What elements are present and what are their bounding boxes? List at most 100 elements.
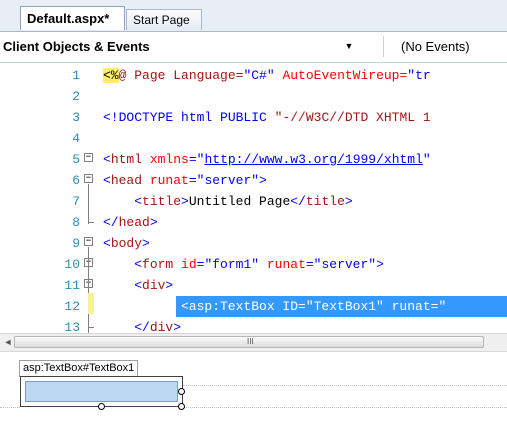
code-line[interactable]: 9 <body> − [0,233,507,254]
resize-handle-corner[interactable] [178,403,185,410]
tab-default-aspx[interactable]: Default.aspx* [20,6,125,30]
code-token: < [103,278,143,293]
line-number: 13 [64,320,80,333]
line-number: 6 [72,173,80,188]
line-number: 10 [64,257,80,272]
code-line[interactable]: 10 <form id="form1" runat="server">− [0,254,507,275]
code-line[interactable]: 4 [0,128,507,149]
code-line[interactable]: 11 <div>− [0,275,507,296]
code-token: head [110,173,150,188]
code-token: < [103,194,143,209]
code-text: </div> [103,317,181,333]
code-line[interactable]: 2 [0,86,507,107]
code-token: > [173,320,182,333]
navigation-bar: Client Objects & Events ▼ (No Events) [0,32,507,63]
code-line[interactable]: 12 <asp:TextBox ID="TextBox1" runat=" [0,296,507,317]
code-line[interactable]: 3 <!DOCTYPE html PUBLIC "-//W3C//DTD XHTM… [0,107,507,128]
code-text: <html xmlns= "http://www.w3.org/1999/xhtm… [103,149,431,170]
line-number: 8 [72,215,80,230]
selected-code: <asp:TextBox ID="TextBox1" runat=" [181,299,447,314]
code-token: > [344,194,353,209]
code-token: < [103,236,111,251]
guide-line [0,407,20,408]
code-token: "C#" [243,68,275,83]
code-line[interactable]: 1 <%@ Page Language="C#" AutoEventWireup=… [0,65,507,86]
events-label: (No Events) [401,39,470,54]
code-line[interactable]: 5 <html xmlns= "http://www.w3.org/1999/xht… [0,149,507,170]
code-token: body [110,236,143,251]
collapse-icon[interactable]: − [84,153,93,162]
code-token: > [181,194,189,209]
code-line[interactable]: 7 <title>Untitled Page</title> [0,191,507,212]
document-tab-bar: Default.aspx* Start Page [0,0,507,32]
tab-start-page[interactable]: Start Page [126,9,202,30]
line-number: 2 [72,89,80,104]
outline-end [88,222,94,223]
line-number: 4 [72,131,80,146]
code-token: < [103,152,111,167]
code-token: > [149,215,158,230]
code-token: ="server"> [188,173,267,188]
code-token: </ [103,320,150,333]
code-text: <%@ Page Language="C#" AutoEventWireup="… [103,65,431,86]
code-token: runat [266,257,306,272]
scrollbar-thumb[interactable]: III [14,336,484,348]
code-line[interactable]: 6 <head runat="server"> − [0,170,507,191]
changed-line-marker [88,293,94,314]
code-line[interactable]: 8 </head> [0,212,507,233]
code-token: <!DOCTYPE html PUBLIC [103,110,275,125]
code-token: title [142,194,182,209]
code-text: <title>Untitled Page</title> [103,191,353,212]
textbox-input-preview [25,381,178,402]
code-editor[interactable]: 1 <%@ Page Language="C#" AutoEventWireup=… [0,63,507,333]
chevron-down-icon[interactable]: ▼ [342,36,356,57]
code-token: </ [103,215,119,230]
code-token: @ Page Language= [118,68,244,83]
code-line[interactable]: 13 </div> [0,317,507,333]
line-number: 9 [72,236,80,251]
code-token: Untitled Page [188,194,291,209]
line-number: 7 [72,194,80,209]
code-token: xmlns [149,152,189,167]
line-number: 1 [72,68,80,83]
guide-line [183,385,507,386]
code-token: < [103,257,143,272]
resize-handle-bottom[interactable] [98,403,105,410]
code-text: </head> [103,212,158,233]
code-token: < [103,173,111,188]
code-token: form [142,257,182,272]
scroll-left-arrow-icon[interactable]: ◄ [2,336,14,348]
code-token: runat [149,173,189,188]
outline-end [88,327,94,328]
code-token: head [118,215,150,230]
code-token: ="form1" [196,257,267,272]
code-token: = [188,152,197,167]
client-objects-label: Client Objects & Events [3,39,150,54]
resize-handle-right[interactable] [178,388,185,395]
code-token: " [422,152,431,167]
design-view[interactable]: asp:TextBox#TextBox1 [0,356,507,432]
code-token: div [149,320,174,333]
code-token: <% [103,68,119,83]
client-objects-dropdown[interactable]: Client Objects & Events [0,36,380,57]
collapse-icon[interactable]: − [84,174,93,183]
horizontal-scrollbar[interactable]: ◄ III [0,333,507,352]
code-text: <!DOCTYPE html PUBLIC "-//W3C//DTD XHTML… [103,107,431,128]
code-token: "-//W3C//DTD XHTML 1 [274,110,431,125]
code-token: title [305,194,345,209]
grip-icon: III [247,337,254,346]
events-dropdown[interactable]: (No Events) [383,36,507,57]
code-token: ="server"> [305,257,384,272]
outline-guide [88,247,89,333]
code-text: <form id="form1" runat="server"> [103,254,384,275]
code-text: <body> [103,233,150,254]
code-token: id [181,257,197,272]
element-tag-label: asp:TextBox#TextBox1 [19,360,139,377]
code-token: AutoEventWireup= [274,68,408,83]
code-token: html [110,152,150,167]
line-number: 5 [72,152,80,167]
collapse-icon[interactable]: − [84,237,93,246]
code-text: <head runat="server"> [103,170,267,191]
outline-guide [88,184,89,224]
line-number: 11 [64,278,80,293]
